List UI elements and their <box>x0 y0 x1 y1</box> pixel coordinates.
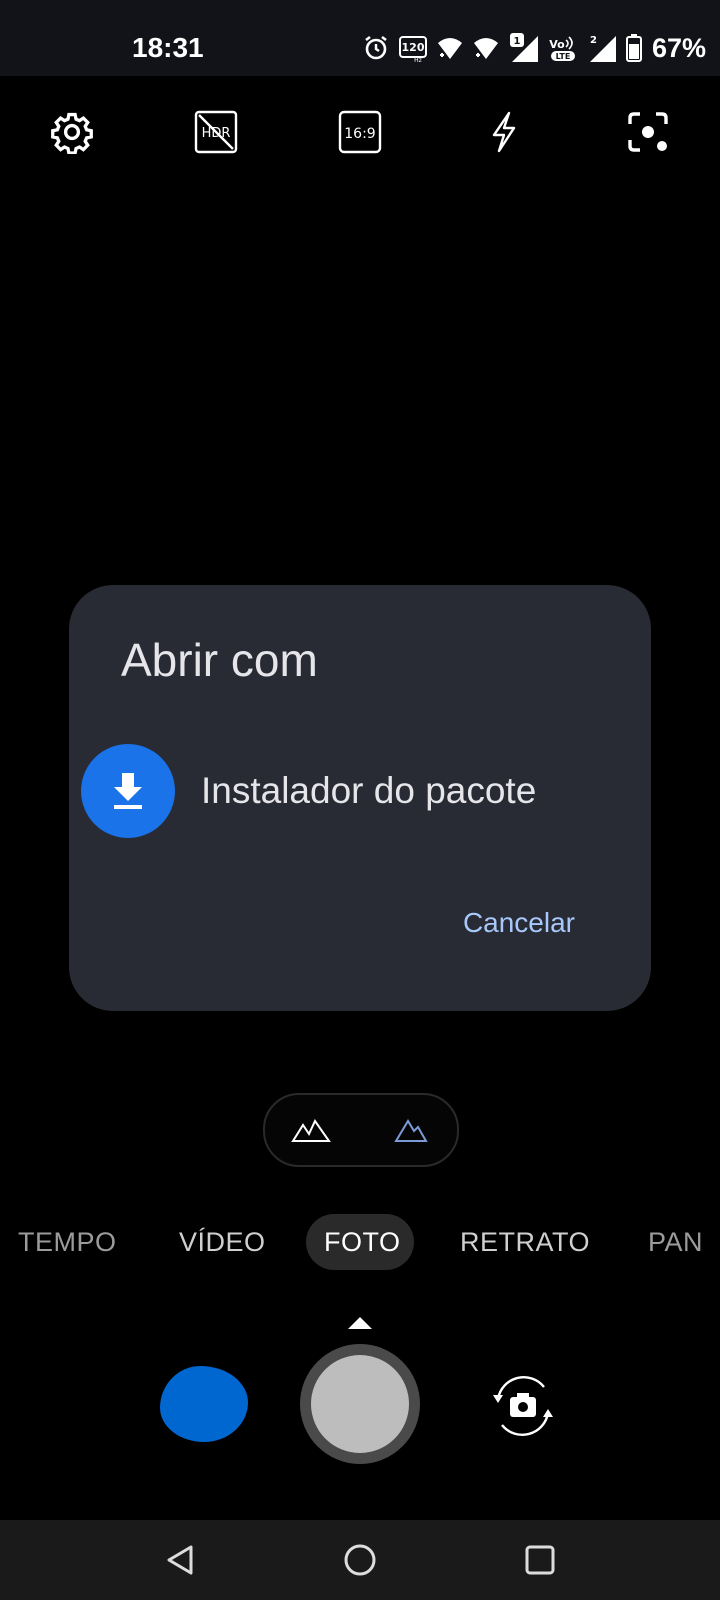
mountains-wide-icon <box>291 1119 331 1142</box>
app-option-package-installer[interactable]: Instalador do pacote <box>81 743 641 839</box>
shutter-inner <box>311 1355 409 1453</box>
settings-button[interactable] <box>40 100 104 164</box>
package-installer-app-icon <box>81 744 175 838</box>
refresh-rate-unit: Hz <box>414 57 422 62</box>
recents-button[interactable] <box>514 1534 566 1586</box>
mode-foto[interactable]: FOTO <box>324 1227 401 1258</box>
hdr-off-icon: HDR <box>194 110 238 154</box>
wide-lens-button[interactable] <box>291 1110 331 1150</box>
switch-camera-button[interactable] <box>483 1366 563 1446</box>
recents-icon <box>525 1545 555 1575</box>
signal-icon: 2 <box>589 35 616 62</box>
app-option-label: Instalador do pacote <box>201 770 537 811</box>
flash-button[interactable] <box>472 100 536 164</box>
flash-icon <box>492 111 516 153</box>
aspect-ratio-icon: 16:9 <box>338 110 382 154</box>
battery-percent: 67% <box>651 32 706 63</box>
lte-label: LTE <box>556 52 571 61</box>
camera-toolbar: HDR 16:9 <box>0 100 720 164</box>
home-button[interactable] <box>334 1534 386 1586</box>
main-lens-button[interactable] <box>391 1110 431 1150</box>
cancel-button[interactable]: Cancelar <box>463 907 575 939</box>
wifi-icon <box>437 38 462 59</box>
battery-icon <box>625 34 642 62</box>
shutter-button[interactable] <box>300 1344 420 1464</box>
mode-selector: TEMPO VÍDEO FOTO RETRATO PAN <box>0 1213 720 1271</box>
back-icon <box>167 1545 193 1575</box>
refresh-rate-value: 120 <box>401 41 424 54</box>
status-bar: 18:31 120 Hz 1 Vo LTE 2 67% <box>0 0 720 76</box>
signal-icon: 1 <box>509 33 538 62</box>
switch-camera-icon <box>493 1376 553 1436</box>
gallery-thumbnail[interactable] <box>160 1366 248 1442</box>
expand-caret-icon[interactable] <box>348 1317 372 1329</box>
mode-tempo[interactable]: TEMPO <box>18 1227 117 1258</box>
wifi-icon <box>473 38 498 59</box>
lens-toggle <box>263 1093 459 1167</box>
volte-label: Vo <box>549 38 565 51</box>
status-time: 18:31 <box>132 32 204 63</box>
aspect-ratio-label: 16:9 <box>344 126 375 142</box>
aspect-ratio-button[interactable]: 16:9 <box>328 100 392 164</box>
download-icon <box>114 773 142 809</box>
hdr-button[interactable]: HDR <box>184 100 248 164</box>
alarm-icon <box>365 35 387 60</box>
back-button[interactable] <box>154 1534 206 1586</box>
refresh-rate-icon: 120 Hz <box>398 36 427 62</box>
sim1-badge: 1 <box>513 36 520 47</box>
lens-button[interactable] <box>616 100 680 164</box>
open-with-dialog: Abrir com Instalador do pacote Cancelar <box>69 585 651 1011</box>
mode-retrato[interactable]: RETRATO <box>460 1227 590 1258</box>
navigation-bar <box>0 1520 720 1600</box>
lens-icon <box>628 112 668 152</box>
mountain-icon <box>394 1119 428 1142</box>
sim2-badge: 2 <box>590 35 597 46</box>
mode-video[interactable]: VÍDEO <box>179 1227 266 1258</box>
status-icons: 120 Hz 1 Vo LTE 2 67% <box>362 30 706 66</box>
home-icon <box>344 1544 376 1576</box>
volte-icon: Vo LTE <box>549 36 575 61</box>
mode-pan[interactable]: PAN <box>648 1227 703 1258</box>
settings-icon <box>51 112 93 154</box>
dialog-title: Abrir com <box>121 634 318 686</box>
